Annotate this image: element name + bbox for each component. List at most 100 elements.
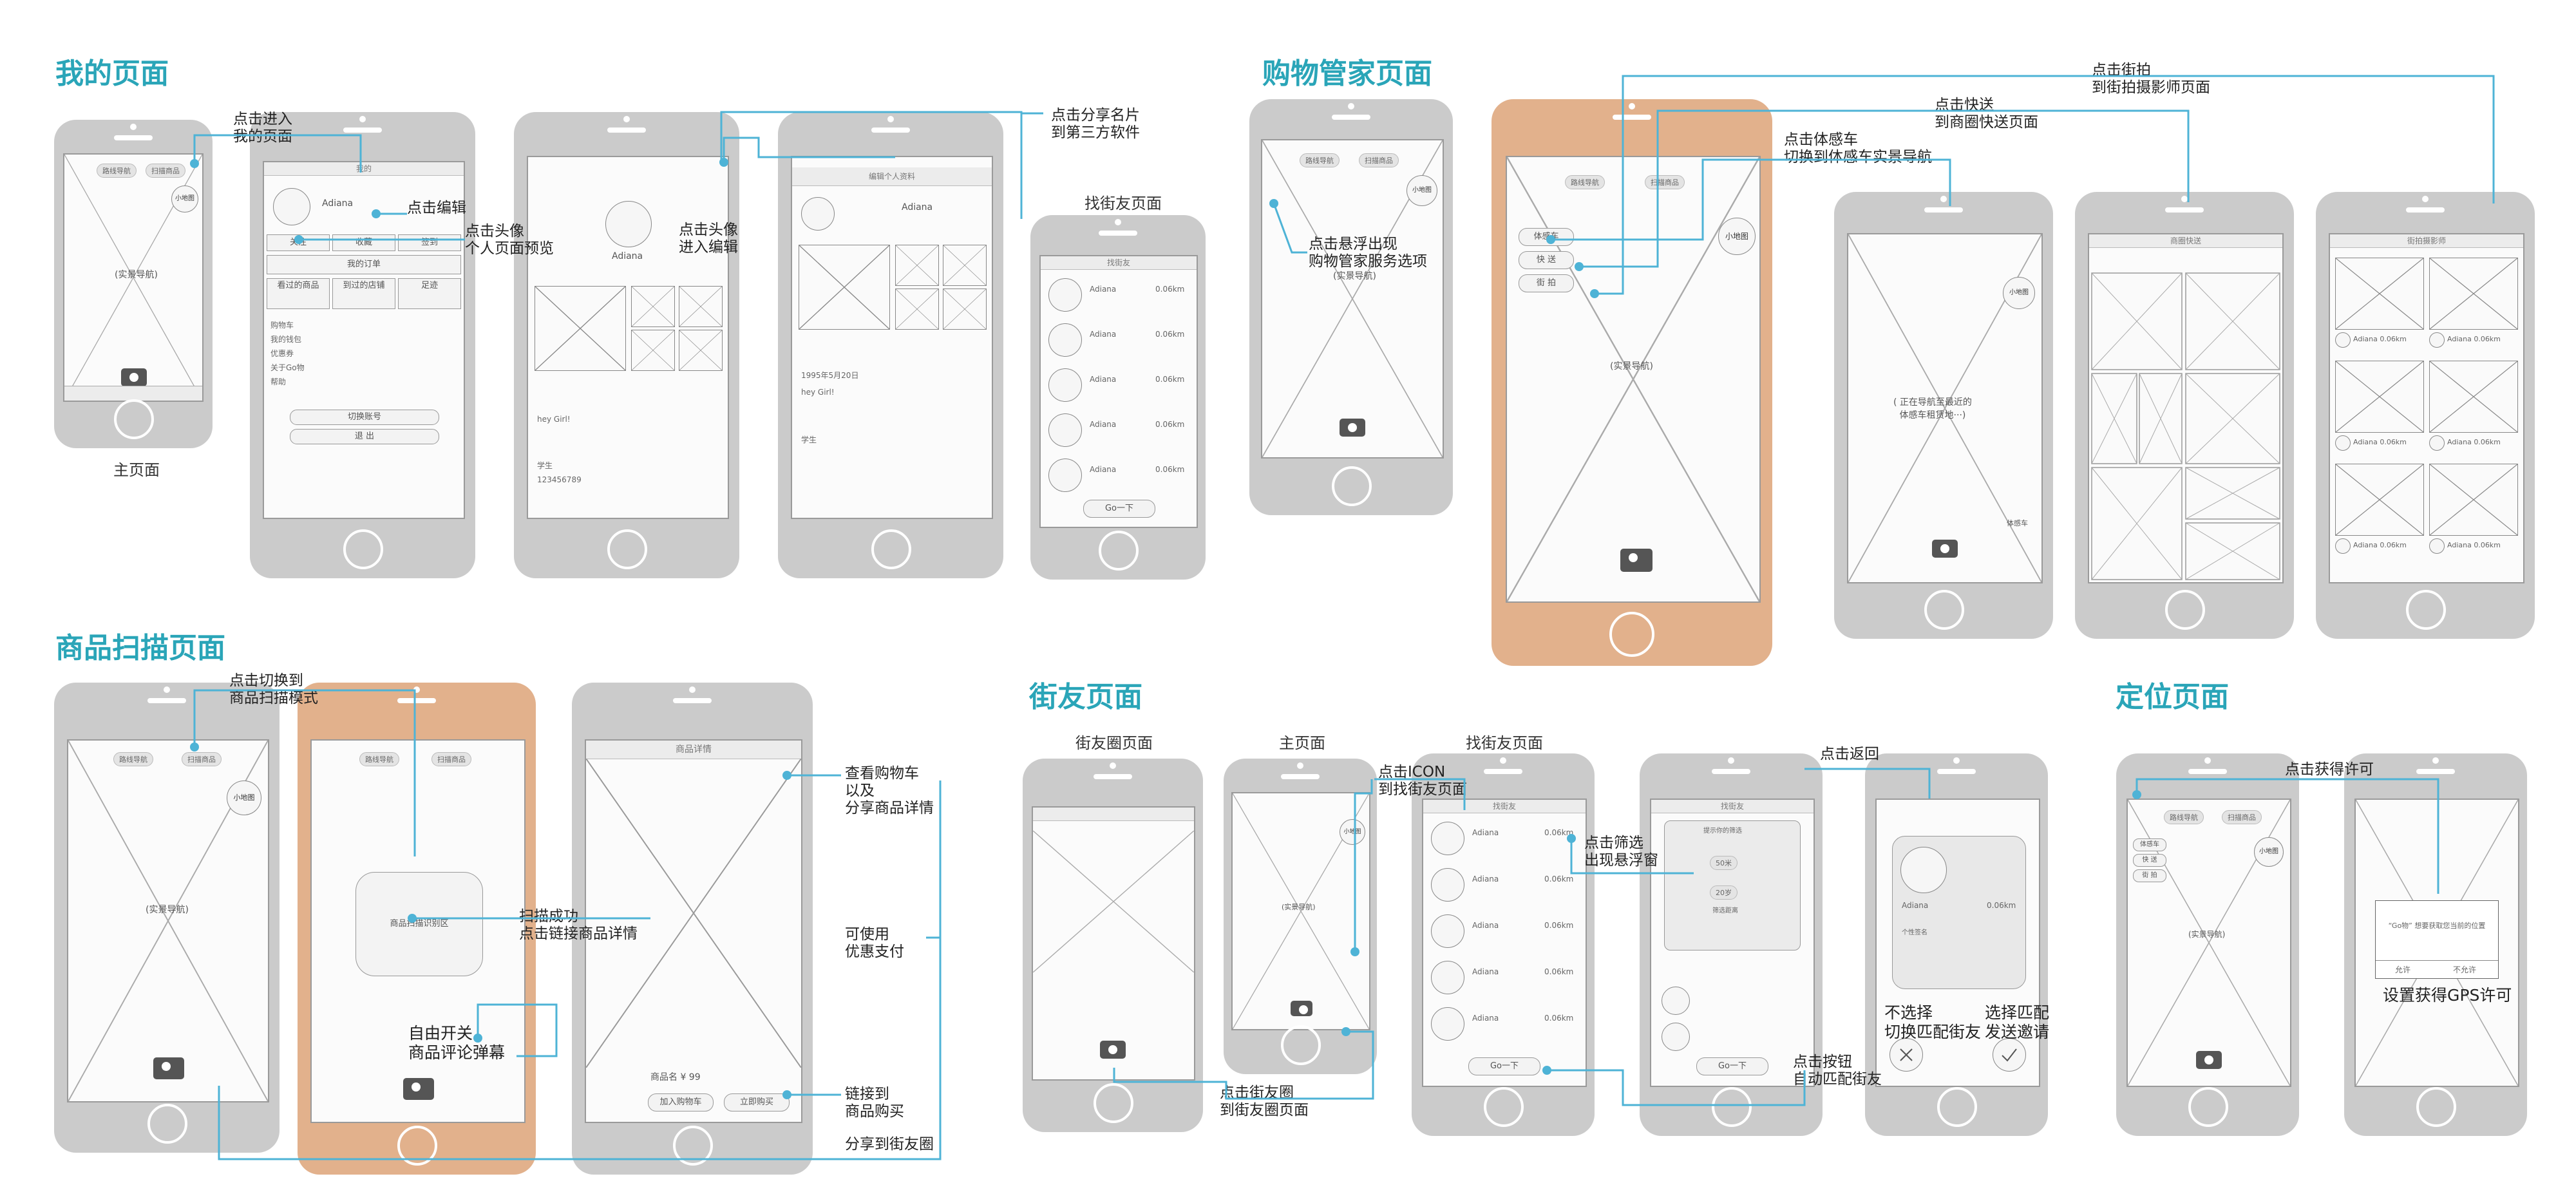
allow-button[interactable]: 允许 xyxy=(2395,964,2410,975)
distance-option[interactable]: 50米 xyxy=(1710,856,1738,870)
switch-account-button[interactable]: 切换账号 xyxy=(290,410,439,425)
nav-button[interactable]: 路线导航 xyxy=(113,752,153,766)
logout-button[interactable]: 退 出 xyxy=(290,429,439,444)
friend-avatar[interactable] xyxy=(1662,1023,1690,1051)
photographer-avatar[interactable] xyxy=(2335,538,2351,554)
express-item[interactable] xyxy=(2185,272,2280,370)
home-button[interactable] xyxy=(1281,1025,1321,1065)
go-button[interactable]: Go一下 xyxy=(1083,500,1155,518)
home-button[interactable] xyxy=(1094,1083,1133,1123)
photographer-avatar[interactable] xyxy=(2335,332,2351,348)
accept-button[interactable] xyxy=(1993,1038,2026,1072)
friend-avatar[interactable] xyxy=(1431,1007,1464,1041)
camera-button[interactable] xyxy=(1340,419,1365,437)
photographer-photo[interactable] xyxy=(2335,258,2424,330)
small-map-button[interactable]: 小地图 xyxy=(1406,175,1437,206)
favorite-button[interactable]: 收藏 xyxy=(332,234,395,251)
list-item[interactable]: 优惠券 xyxy=(270,348,294,359)
nav-button[interactable]: 路线导航 xyxy=(1300,153,1340,167)
friend-avatar[interactable] xyxy=(1431,822,1464,855)
small-map-button[interactable]: 小地图 xyxy=(2003,277,2035,309)
signature-value[interactable]: hey Girl! xyxy=(801,388,835,397)
express-item[interactable] xyxy=(2091,467,2183,580)
camera-button[interactable] xyxy=(403,1078,434,1100)
birthday-value[interactable]: 1995年5月20日 xyxy=(801,370,858,381)
avatar[interactable] xyxy=(605,201,652,247)
photographer-photo[interactable] xyxy=(2429,464,2518,536)
express-item[interactable] xyxy=(2185,467,2280,520)
friend-avatar[interactable] xyxy=(1048,278,1082,312)
list-item[interactable]: 关于Go物 xyxy=(270,362,305,373)
camera-button[interactable] xyxy=(1100,1041,1126,1059)
match-card[interactable]: Adiana 0.06km 个性签名 xyxy=(1892,836,2026,989)
go-button[interactable]: Go一下 xyxy=(1468,1057,1540,1075)
express-button[interactable]: 快 送 xyxy=(2133,854,2166,867)
home-button[interactable] xyxy=(397,1126,437,1166)
job-value[interactable]: 学生 xyxy=(801,434,817,445)
home-button[interactable] xyxy=(1712,1087,1752,1127)
home-button[interactable] xyxy=(673,1126,713,1166)
friend-avatar[interactable] xyxy=(1048,413,1082,447)
photographer-photo[interactable] xyxy=(2335,464,2424,536)
age-option[interactable]: 20岁 xyxy=(1710,885,1738,900)
camera-button[interactable] xyxy=(121,368,147,386)
scan-area[interactable]: 商品扫描识别区 xyxy=(355,872,483,976)
photographer-photo[interactable] xyxy=(2335,361,2424,433)
photographer-avatar[interactable] xyxy=(2429,538,2445,554)
experience-car-button[interactable]: 体感车 xyxy=(1519,228,1574,246)
avatar[interactable] xyxy=(801,197,835,231)
camera-button[interactable] xyxy=(153,1057,184,1079)
express-item[interactable] xyxy=(2091,373,2137,464)
nav-button[interactable]: 路线导航 xyxy=(1565,175,1605,189)
camera-button[interactable] xyxy=(1620,549,1653,572)
photographer-avatar[interactable] xyxy=(2335,435,2351,451)
viewed-button[interactable]: 看过的商品 xyxy=(267,278,330,309)
home-button[interactable] xyxy=(2165,590,2205,630)
deny-button[interactable]: 不允许 xyxy=(2453,964,2476,975)
express-item[interactable] xyxy=(2091,272,2183,370)
home-button[interactable] xyxy=(1609,612,1654,657)
home-button[interactable] xyxy=(2188,1087,2228,1127)
scan-button[interactable]: 扫描商品 xyxy=(431,752,471,766)
street-photo-button[interactable]: 街 拍 xyxy=(2133,869,2166,882)
follow-button[interactable]: 关注 xyxy=(267,234,330,251)
go-button[interactable]: Go一下 xyxy=(1696,1057,1768,1075)
photographer-photo[interactable] xyxy=(2429,258,2518,330)
friend-avatar[interactable] xyxy=(1662,987,1690,1015)
camera-button[interactable] xyxy=(1291,1001,1312,1016)
checkin-button[interactable]: 签到 xyxy=(398,234,461,251)
list-item[interactable]: 我的钱包 xyxy=(270,334,301,345)
photographer-avatar[interactable] xyxy=(2429,332,2445,348)
buy-now-button[interactable]: 立即购买 xyxy=(724,1093,790,1111)
home-button[interactable] xyxy=(114,399,154,439)
street-photo-button[interactable]: 街 拍 xyxy=(1519,274,1574,292)
orders-button[interactable]: 我的订单 xyxy=(267,255,461,274)
home-button[interactable] xyxy=(2416,1087,2456,1127)
friend-avatar[interactable] xyxy=(1431,914,1464,948)
gps-dialog[interactable]: “Go物” 想要获取您当前的位置 允许 不允许 xyxy=(2375,900,2499,979)
home-button[interactable] xyxy=(1937,1087,1977,1127)
scan-button[interactable]: 扫描商品 xyxy=(1645,175,1685,189)
small-map-button[interactable]: 小地图 xyxy=(2254,837,2284,867)
avatar[interactable] xyxy=(273,188,310,225)
scan-button[interactable]: 扫描商品 xyxy=(1359,153,1399,167)
footprint-button[interactable]: 足迹 xyxy=(398,278,461,309)
home-button[interactable] xyxy=(1332,466,1372,506)
list-item[interactable]: 购物车 xyxy=(270,319,294,330)
filter-popup[interactable]: 提示你的筛选 50米 20岁 筛选距离 xyxy=(1664,820,1801,950)
friend-avatar[interactable] xyxy=(1431,961,1464,994)
home-button[interactable] xyxy=(147,1104,187,1144)
express-button[interactable]: 快 送 xyxy=(1519,251,1574,269)
home-button[interactable] xyxy=(2406,590,2446,630)
list-item[interactable]: 帮助 xyxy=(270,376,286,387)
scan-button[interactable]: 扫描商品 xyxy=(2222,810,2262,824)
camera-button[interactable] xyxy=(2196,1051,2222,1069)
experience-car-button[interactable]: 体感车 xyxy=(2133,838,2166,851)
small-map-button[interactable]: 小地图 xyxy=(227,780,261,815)
express-item[interactable] xyxy=(2185,373,2280,464)
home-button[interactable] xyxy=(871,529,911,569)
friend-avatar[interactable] xyxy=(1431,868,1464,902)
small-map-button[interactable]: 小地图 xyxy=(1718,218,1756,255)
home-button[interactable] xyxy=(1924,590,1964,630)
scan-button[interactable]: 扫描商品 xyxy=(182,752,222,766)
